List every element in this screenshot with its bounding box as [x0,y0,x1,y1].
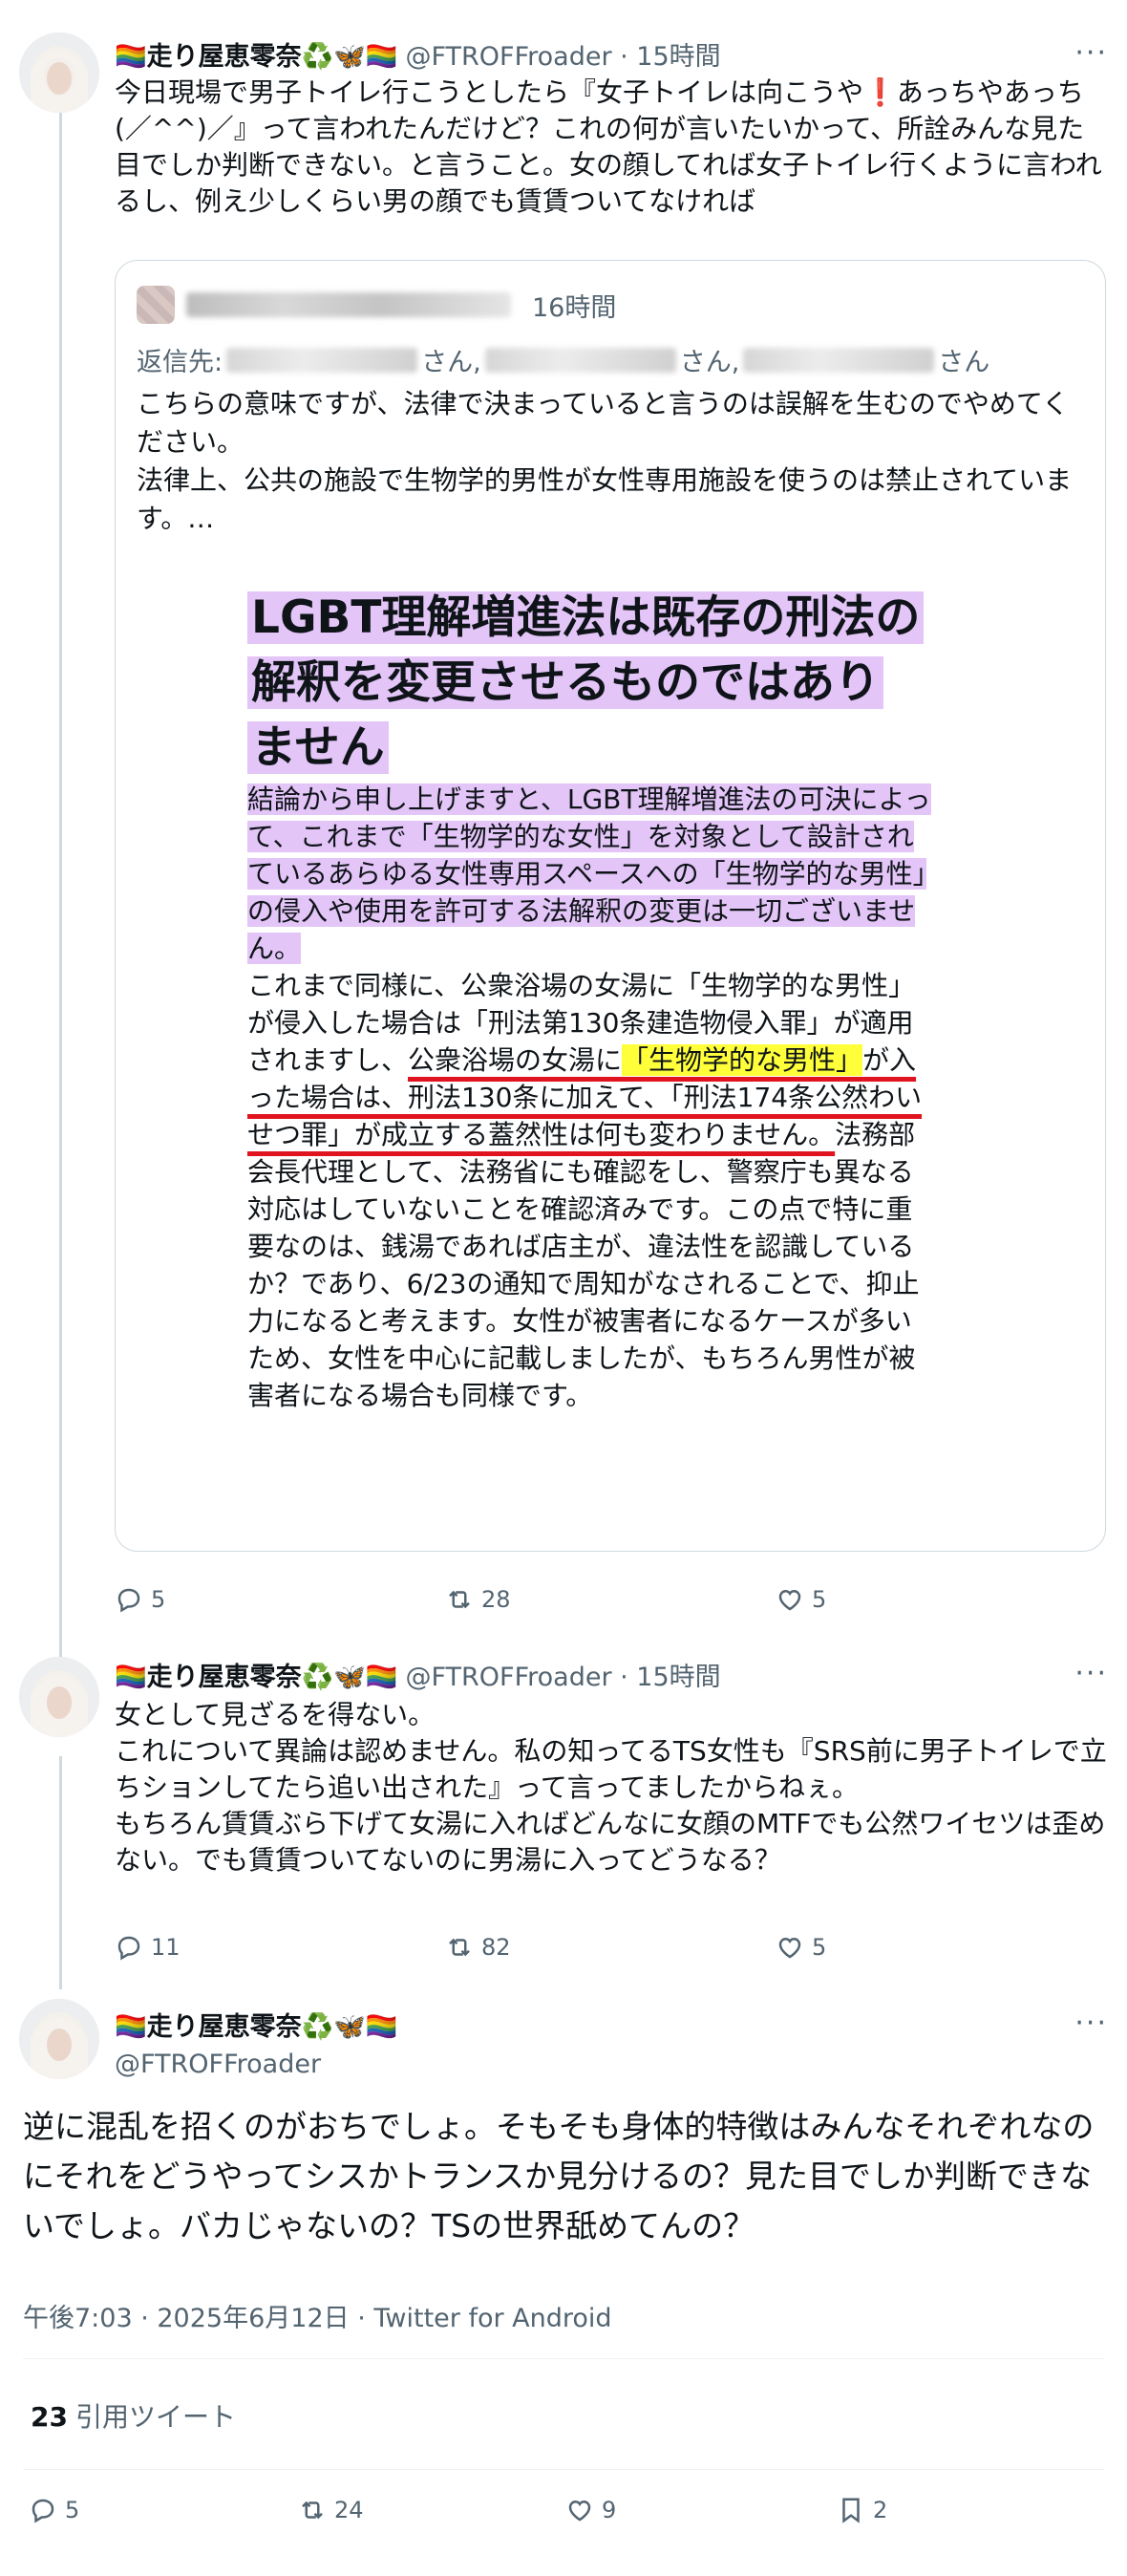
quoted-tweet[interactable]: 16時間 返信先: さん, さん, さん こちらの意味ですが、法律で決まっている… [115,260,1106,1552]
retweet-icon [449,1590,470,1609]
bookmark-button[interactable]: 2 [837,2496,887,2524]
like-button[interactable]: 5 [776,1933,826,1962]
tweet-header: 🏳️‍🌈走り屋恵零奈♻️🦋🏳️‍🌈 @FTROFFroader · 15時間 ·… [115,32,1108,75]
more-options-icon[interactable]: ··· [1074,2007,1108,2040]
retweet-count: 82 [481,1934,511,1961]
thread-line-1 [59,107,62,1666]
display-name[interactable]: 🏳️‍🌈走り屋恵零奈♻️🦋🏳️‍🌈 [115,2006,397,2043]
reply-count: 5 [151,1586,166,1613]
main-handle-line: @FTROFFroader [115,2043,1108,2085]
retweet-button[interactable]: 24 [298,2496,364,2524]
reply-to-san: さん, [679,348,740,377]
main-actions: 5 24 9 2 [0,2496,1127,2534]
reply-icon [32,2499,54,2523]
retweet-icon [449,1938,470,1957]
tweet-actions: 11 82 5 [115,1928,1070,1966]
blurred-mention [743,347,935,373]
quoted-tweet-header: 16時間 [137,286,616,324]
reply-button[interactable]: 5 [115,1585,165,1614]
heart-icon [778,1937,801,1959]
tweet-actions: 5 28 5 [115,1580,1070,1619]
avatar[interactable] [19,32,99,113]
handle-time[interactable]: @FTROFFroader · 15時間 [405,1656,720,1693]
reply-count: 11 [151,1934,181,1961]
reply-button[interactable]: 5 [29,2496,79,2524]
like-count: 9 [602,2497,617,2523]
like-button[interactable]: 9 [565,2496,616,2524]
quoted-time: 16時間 [532,292,617,323]
quote-count: 23 [31,2401,68,2433]
divider [23,2358,1104,2359]
blurred-username [186,292,511,317]
reply-to-san-last: さん [938,348,990,377]
blurred-mention [226,347,418,373]
tweet-text: 今日現場で男子トイレ行こうとしたら『女子トイレは向こうや❗あっちやあっち(／^^… [115,76,1102,217]
like-count: 5 [812,1586,827,1613]
handle[interactable]: @FTROFFroader [115,2050,321,2079]
display-name[interactable]: 🏳️‍🌈走り屋恵零奈♻️🦋🏳️‍🌈 [115,35,397,73]
heart-icon [568,2500,591,2522]
like-count: 5 [812,1934,827,1961]
underlined-text: 公衆浴場の女湯に [408,1044,623,1076]
tweet-meta[interactable]: 午後7:03 · 2025年6月12日 · Twitter for Androi… [23,2297,612,2334]
reply-count: 5 [65,2497,80,2523]
avatar[interactable] [19,1999,99,2079]
reply-icon [117,1936,140,1961]
divider [23,2469,1104,2470]
reply-to-san: さん, [421,348,481,377]
retweet-button[interactable]: 28 [445,1585,511,1614]
retweet-button[interactable]: 82 [445,1933,511,1962]
display-name[interactable]: 🏳️‍🌈走り屋恵零奈♻️🦋🏳️‍🌈 [115,1656,397,1693]
quoted-text: こちらの意味ですが、法律で決まっていると言うのは誤解を生むのでやめてください。 … [137,388,1073,534]
quote-label: 引用ツイート [74,2401,236,2433]
retweet-count: 28 [481,1586,511,1613]
main-tweet-header: 🏳️‍🌈走り屋恵零奈♻️🦋🏳️‍🌈 ··· [115,2003,1108,2045]
heart-icon [778,1589,801,1611]
reply-to: 返信先: さん, さん, さん [137,341,989,378]
more-options-icon[interactable]: ··· [1074,1657,1108,1690]
image-body: 結論から申し上げますと、LGBT理解増進法の可決によって、これまで「生物学的な女… [247,781,935,1414]
more-options-icon[interactable]: ··· [1074,36,1108,70]
image-title-line: 解釈を変更させるものではあり [247,656,883,709]
image-paragraph-2e: 法務部会長代理として、法務省にも確認をし、警察庁も異なる対応はしていないことを確… [247,1119,920,1411]
blurred-mention [484,347,676,373]
like-button[interactable]: 5 [776,1585,826,1614]
avatar[interactable] [19,1657,99,1737]
image-paragraph-1: 結論から申し上げますと、LGBT理解増進法の可決によって、これまで「生物学的な女… [247,784,931,964]
handle-time[interactable]: @FTROFFroader · 15時間 [405,35,720,73]
reply-button[interactable]: 11 [115,1933,181,1962]
bookmark-count: 2 [873,2497,888,2523]
tweet-text: 女として見ざるを得ない。 これについて異論は認めません。私の知ってるTS女性も『… [115,1699,1107,1876]
thread-line-2 [59,1756,62,1989]
main-tweet-text: 逆に混乱を招くのがおちでしょ。そもそも身体的特徴はみんなそれぞれなのにそれをどう… [23,2108,1095,2244]
bookmark-icon [842,2498,860,2523]
tweet-header: 🏳️‍🌈走り屋恵零奈♻️🦋🏳️‍🌈 @FTROFFroader · 15時間 ·… [115,1653,1108,1695]
quote-tweets-link[interactable]: 23 引用ツイート [31,2396,236,2435]
retweet-count: 24 [334,2497,364,2523]
yellow-highlight: 「生物学的な男性」 [622,1044,863,1076]
reply-to-label: 返信先: [137,348,223,377]
image-title-line: LGBT理解増進法は既存の刑法の [247,591,925,644]
retweet-icon [302,2501,323,2520]
image-title-line: ません [247,721,389,774]
quoted-image[interactable]: LGBT理解増進法は既存の刑法の 解釈を変更させるものではあり ません 結論から… [230,567,1071,1503]
blurred-avatar [137,286,175,324]
reply-icon [117,1588,140,1613]
image-title: LGBT理解増進法は既存の刑法の 解釈を変更させるものではあり ません [247,586,935,781]
